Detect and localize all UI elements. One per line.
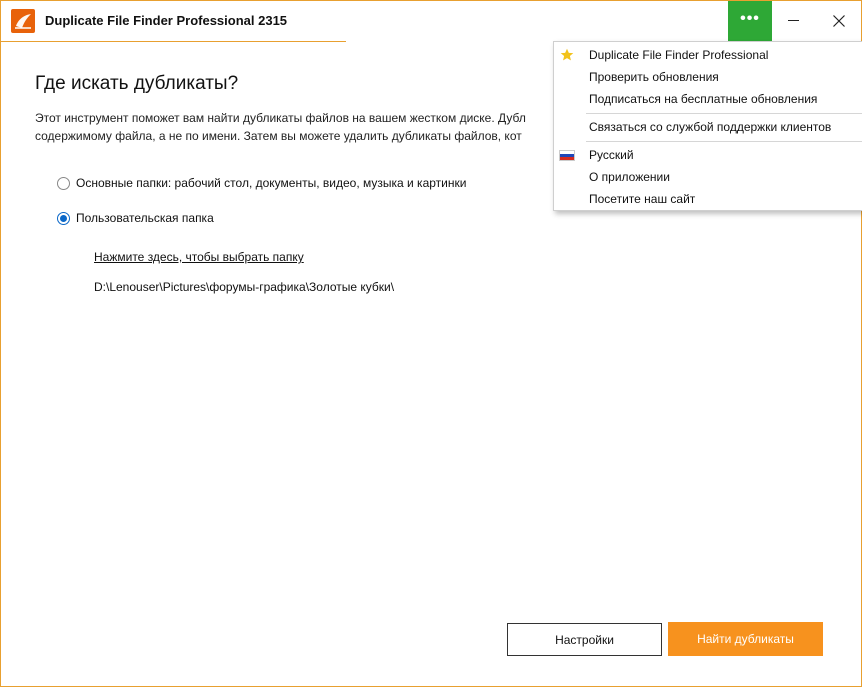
menu-item-support-label: Связаться со службой поддержки клиентов [589, 120, 832, 134]
window-title: Duplicate File Finder Professional 2315 [45, 13, 288, 28]
description-line-1: Этот инструмент поможет вам найти дублик… [35, 111, 526, 125]
close-icon [833, 15, 845, 27]
page-title: Где искать дубликаты? [35, 73, 239, 94]
menu-item-about[interactable]: О приложении [554, 166, 862, 188]
menu-item-subscribe-label: Подписаться на бесплатные обновления [589, 92, 818, 106]
option-standard-folders[interactable]: Основные папки: рабочий стол, документы,… [57, 176, 466, 190]
description-line-2: содержимому файла, а не по имени. Затем … [35, 129, 522, 143]
app-logo-icon [11, 9, 35, 33]
menu-separator [586, 113, 862, 114]
title-divider [1, 41, 346, 42]
menu-item-product-label: Duplicate File Finder Professional [589, 48, 769, 62]
menu-item-check-updates[interactable]: Проверить обновления [554, 66, 862, 88]
menu-item-check-updates-label: Проверить обновления [589, 70, 719, 84]
menu-item-about-label: О приложении [589, 170, 670, 184]
option-standard-folders-label: Основные папки: рабочий стол, документы,… [76, 176, 467, 190]
star-icon [560, 48, 574, 61]
menu-item-product[interactable]: Duplicate File Finder Professional [554, 44, 862, 66]
title-bar[interactable]: Duplicate File Finder Professional 2315 … [1, 1, 861, 41]
minimize-icon [788, 20, 799, 21]
menu-item-subscribe[interactable]: Подписаться на бесплатные обновления [554, 88, 862, 110]
menu-separator [586, 141, 862, 142]
option-custom-folder[interactable]: Пользовательская папка [57, 211, 214, 225]
radio-custom-folder[interactable] [57, 211, 70, 225]
menu-item-language-label: Русский [589, 148, 634, 162]
choose-folder-link[interactable]: Нажмите здесь, чтобы выбрать папку [94, 250, 304, 264]
menu-item-website-label: Посетите наш сайт [589, 192, 696, 206]
radio-standard-folders[interactable] [57, 176, 70, 190]
more-options-menu: Duplicate File Finder Professional Прове… [553, 41, 862, 211]
menu-item-website[interactable]: Посетите наш сайт [554, 188, 862, 210]
russian-flag-icon [559, 150, 575, 161]
menu-item-language[interactable]: Русский [554, 144, 862, 166]
find-duplicates-button[interactable]: Найти дубликаты [668, 622, 823, 656]
more-options-button[interactable]: ••• [728, 1, 772, 41]
close-button[interactable] [816, 1, 860, 41]
option-custom-folder-label: Пользовательская папка [76, 211, 214, 225]
menu-item-support[interactable]: Связаться со службой поддержки клиентов [554, 116, 862, 138]
app-window: Duplicate File Finder Professional 2315 … [0, 0, 862, 687]
settings-button[interactable]: Настройки [507, 623, 662, 656]
minimize-button[interactable] [772, 1, 816, 41]
selected-folder-path: D:\Lenouser\Pictures\форумы-графика\Золо… [94, 280, 395, 294]
description-text: Этот инструмент поможет вам найти дублик… [35, 109, 575, 145]
